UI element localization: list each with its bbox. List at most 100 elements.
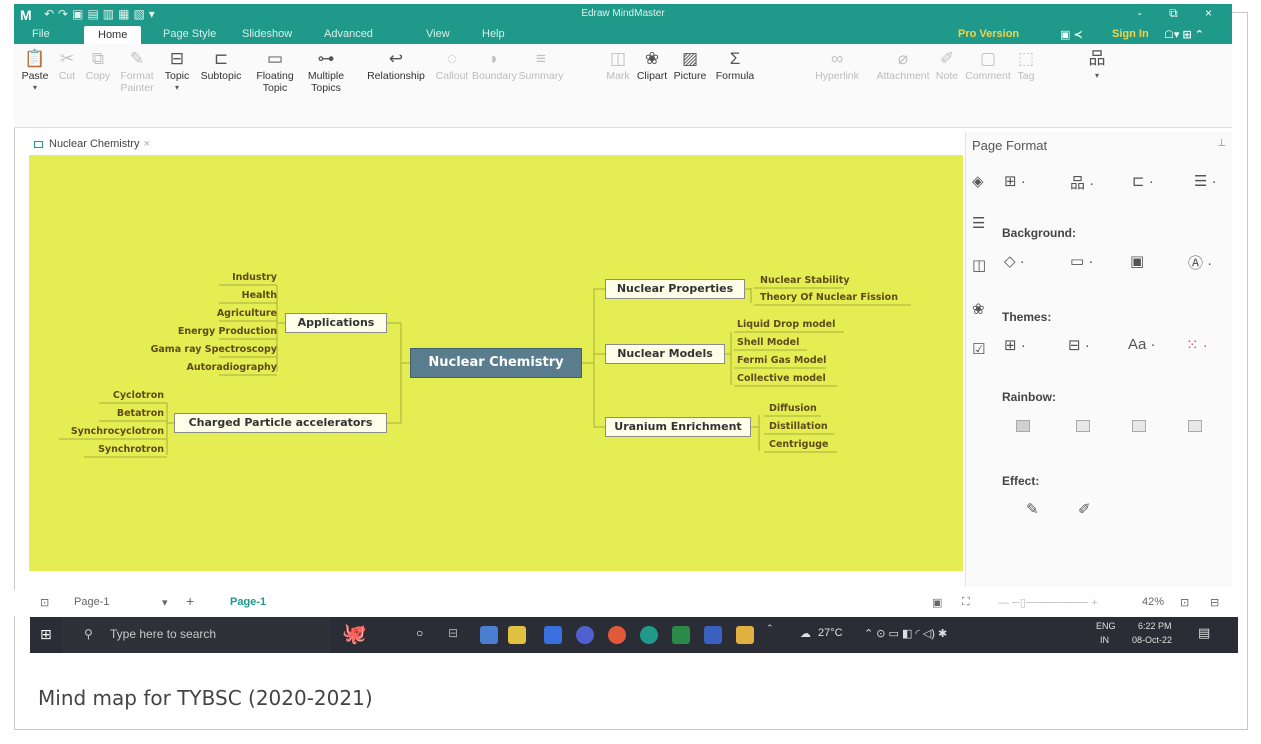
cut-button[interactable]: ✂ Cut	[54, 48, 80, 82]
theme-icon[interactable]: ⊞ ·	[1004, 336, 1026, 354]
subtopic-item[interactable]: Health	[242, 290, 277, 301]
word-icon[interactable]	[704, 626, 722, 644]
comment-button[interactable]: ▢ Comment	[964, 48, 1012, 82]
rainbow-option-icon[interactable]	[1076, 420, 1090, 432]
paint-icon[interactable]: ◈	[972, 172, 984, 190]
clipart-icon[interactable]: ❀	[972, 300, 985, 318]
page-tab-active[interactable]: Page-1	[230, 596, 266, 608]
subtopic-item[interactable]: Collective model	[737, 373, 826, 384]
pin-icon[interactable]: ⊥	[1217, 138, 1226, 149]
pro-version-button[interactable]: Pro Version	[958, 28, 1019, 40]
formula-button[interactable]: Σ Formula	[712, 48, 758, 82]
language-bottom[interactable]: IN	[1100, 635, 1109, 645]
subtopic-item[interactable]: Shell Model	[737, 337, 799, 348]
fit-icon[interactable]: ⊡	[1180, 596, 1189, 609]
subtopic-item[interactable]: Autoradiography	[186, 362, 277, 373]
clipart-button[interactable]: ❀ Clipart	[634, 48, 670, 82]
topic-nuclear-properties[interactable]: Nuclear Properties	[605, 279, 745, 299]
subtopic-item[interactable]: Betatron	[117, 408, 164, 419]
watermark-icon[interactable]: Ⓐ ·	[1188, 252, 1212, 273]
excel-icon[interactable]	[672, 626, 690, 644]
tab-view[interactable]: View	[426, 28, 450, 40]
hyperlink-button[interactable]: ∞ Hyperlink	[814, 48, 860, 82]
callout-button[interactable]: ◌ Callout	[434, 48, 470, 82]
mark-icon[interactable]: ◫	[972, 256, 986, 274]
connector-icon[interactable]: ⊏ ·	[1132, 172, 1154, 190]
central-topic[interactable]: Nuclear Chemistry	[410, 348, 582, 378]
multiple-topics-button[interactable]: ⊶ Multiple Topics	[300, 48, 352, 94]
language-top[interactable]: ENG	[1096, 621, 1116, 631]
subtopic-item[interactable]: Nuclear Stability	[760, 275, 850, 286]
boundary-button[interactable]: ◗ Boundary	[472, 48, 517, 82]
rainbow-option-icon[interactable]	[1016, 420, 1030, 432]
tray-icons[interactable]: ⌃ ⊙ ▭ ◧ ◜ ◁) ✱	[864, 627, 947, 640]
subtopic-item[interactable]: Diffusion	[769, 403, 817, 414]
background-image-icon[interactable]: ▭ ·	[1070, 252, 1093, 270]
tab-advanced[interactable]: Advanced	[324, 28, 373, 40]
fullscreen-icon[interactable]: ⛶	[962, 596, 970, 609]
clock-date[interactable]: 08-Oct-22	[1132, 635, 1172, 645]
page-selector[interactable]: Page-1	[74, 596, 109, 608]
add-page-button[interactable]: +	[186, 593, 194, 609]
task-icon[interactable]: ☑	[972, 340, 985, 358]
subtopic-item[interactable]: Centriguge	[769, 439, 828, 450]
topic-applications[interactable]: Applications	[285, 313, 387, 333]
document-tab[interactable]: Nuclear Chemistry ×	[34, 138, 150, 150]
note-button[interactable]: ✐ Note	[934, 48, 960, 82]
rainbow-option-icon[interactable]	[1188, 420, 1202, 432]
relationship-button[interactable]: ↩ Relationship	[360, 48, 432, 82]
overflow-icon[interactable]: ⌃	[766, 623, 774, 634]
calendar-icon[interactable]	[508, 626, 526, 644]
subtopic-item[interactable]: Fermi Gas Model	[737, 355, 826, 366]
task-view-icon[interactable]: ⊟	[448, 626, 458, 640]
zoom-level[interactable]: 42%	[1142, 596, 1164, 608]
edge-icon[interactable]	[640, 626, 658, 644]
layout-icon[interactable]: 品 ·	[1070, 172, 1094, 193]
color-palette-icon[interactable]: ⁙ ·	[1186, 336, 1208, 354]
topic-charged-particle-accelerators[interactable]: Charged Particle accelerators	[174, 413, 387, 433]
background-picture-icon[interactable]: ▣	[1130, 252, 1144, 270]
outline-icon[interactable]: ☰	[972, 214, 985, 232]
maximize-button[interactable]: ⧉	[1169, 6, 1190, 20]
copy-button[interactable]: ⧉ Copy	[82, 48, 114, 82]
subtopic-item[interactable]: Industry	[232, 272, 277, 283]
format-painter-button[interactable]: ✎ Format Painter	[118, 48, 156, 94]
subtopic-item[interactable]: Cyclotron	[113, 390, 164, 401]
taskbar-search[interactable]: ⚲ Type here to search	[62, 617, 330, 653]
mail-icon[interactable]	[480, 626, 498, 644]
theme-color-icon[interactable]: ⊟ ·	[1068, 336, 1090, 354]
cortana-icon[interactable]: ○	[416, 626, 423, 640]
weather-temp[interactable]: 27°C	[818, 627, 843, 639]
lync-icon[interactable]	[544, 626, 562, 644]
tab-page-style[interactable]: Page Style	[163, 28, 216, 40]
subtopic-item[interactable]: Synchrocyclotron	[71, 426, 164, 437]
close-button[interactable]: ×	[1205, 6, 1224, 20]
mindmap-canvas[interactable]: Nuclear Chemistry Applications Industry …	[29, 155, 963, 571]
sketch-pen-icon[interactable]: ✐	[1078, 500, 1091, 518]
topic-nuclear-models[interactable]: Nuclear Models	[605, 344, 725, 364]
picture-button[interactable]: ▨ Picture	[670, 48, 710, 82]
pen-icon[interactable]: ✎	[1026, 500, 1039, 518]
zoom-slider[interactable]: — ─▯──────── +	[998, 596, 1098, 609]
subtopic-item[interactable]: Energy Production	[178, 326, 277, 337]
sign-in-button[interactable]: Sign In	[1112, 28, 1149, 40]
topic-button[interactable]: ⊟ Topic ▾	[160, 48, 194, 94]
rainbow-option-icon[interactable]	[1132, 420, 1146, 432]
tab-file[interactable]: File	[32, 28, 50, 40]
floating-topic-button[interactable]: ▭ Floating Topic	[250, 48, 300, 94]
windows-start-icon[interactable]: ⊞	[40, 626, 52, 643]
summary-button[interactable]: ≡ Summary	[518, 48, 564, 82]
subtopic-item[interactable]: Gama ray Spectroscopy	[151, 344, 277, 355]
subtopic-item[interactable]: Agriculture	[217, 308, 277, 319]
subtopic-item[interactable]: Distillation	[769, 421, 828, 432]
settings-icon[interactable]: ☖▾ ⊞ ⌃	[1164, 28, 1204, 41]
paste-button[interactable]: 📋 Paste ▾	[18, 48, 52, 94]
clock-time[interactable]: 6:22 PM	[1138, 621, 1172, 631]
explorer-icon[interactable]	[736, 626, 754, 644]
theme-font-dropdown[interactable]: Aa ·	[1128, 336, 1156, 353]
numbering-icon[interactable]: ☰ ·	[1194, 172, 1217, 190]
structure-icon[interactable]: ⊞ ·	[1004, 172, 1026, 190]
window-controls[interactable]: - ⧉ ×	[1138, 6, 1224, 21]
subtopic-item[interactable]: Liquid Drop model	[737, 319, 835, 330]
subtopic-button[interactable]: ⊏ Subtopic	[198, 48, 244, 82]
